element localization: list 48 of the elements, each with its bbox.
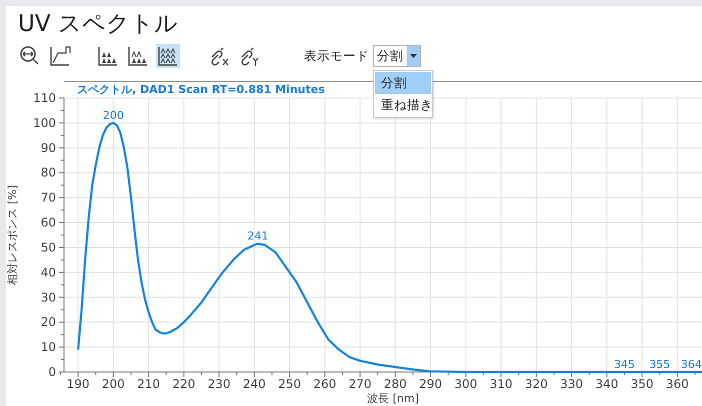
menu-option[interactable]: 分割 [375,72,431,94]
x-tick-label: 210 [137,377,160,391]
y-tick-label: 110 [33,91,56,105]
x-tick-label: 190 [66,377,90,391]
menu-option[interactable]: 重ね描き [375,94,431,116]
x-tick-label: 300 [454,377,478,391]
x-tick-label: 360 [666,377,689,391]
x-tick-label: 220 [172,377,196,391]
x-tick-label: 260 [313,377,336,391]
chart-title: スペクトル, DAD1 Scan RT=0.881 Minutes [77,83,325,96]
peaks-button[interactable] [156,44,180,68]
y-tick-label: 90 [40,140,56,155]
peak-label: 355 [649,358,670,371]
y-tick-label: 50 [40,240,56,254]
y-tick-label: 70 [40,190,56,205]
x-axis-title: 波長 [nm] [367,392,419,405]
baseline-button[interactable] [48,44,72,68]
x-tick-label: 230 [208,377,231,391]
y-axis-title: 相対レスポンス [%] [6,185,19,285]
y-tick-label: 0 [48,365,56,379]
x-tick-label: 280 [384,377,407,391]
x-tick-label: 310 [490,377,513,391]
y-tick-label: 20 [40,315,56,330]
x-tick-label: 250 [278,377,302,391]
x-tick-label: 270 [348,377,372,391]
peak-label: 364 [680,358,702,371]
y-tick-label: 60 [40,216,56,230]
y-tick-label: 40 [40,265,56,280]
y-tick-label: 80 [40,166,56,180]
x-tick-label: 350 [630,377,654,391]
peaks-button[interactable] [96,44,120,68]
display-mode-label: 表示モード [304,48,369,64]
x-tick-label: 290 [419,377,442,391]
caret-icon [410,54,417,58]
y-tick-label: 10 [40,340,56,354]
display-mode-dropdown[interactable]: 分割 [373,45,421,67]
peak-label: 345 [614,358,635,371]
window-title: UV スペクトル [17,10,179,38]
x-tick-label: 330 [560,377,584,391]
x-tick-label: 240 [242,377,266,391]
peak-label: 200 [102,108,124,122]
peaks-button[interactable] [126,44,150,68]
y-tick-label: 30 [40,290,56,304]
y-tick-label: 100 [33,116,56,130]
x-tick-label: 340 [595,377,618,391]
x-tick-label: 200 [102,377,125,391]
peak-label: 241 [247,230,268,243]
x-tick-label: 320 [524,377,548,391]
